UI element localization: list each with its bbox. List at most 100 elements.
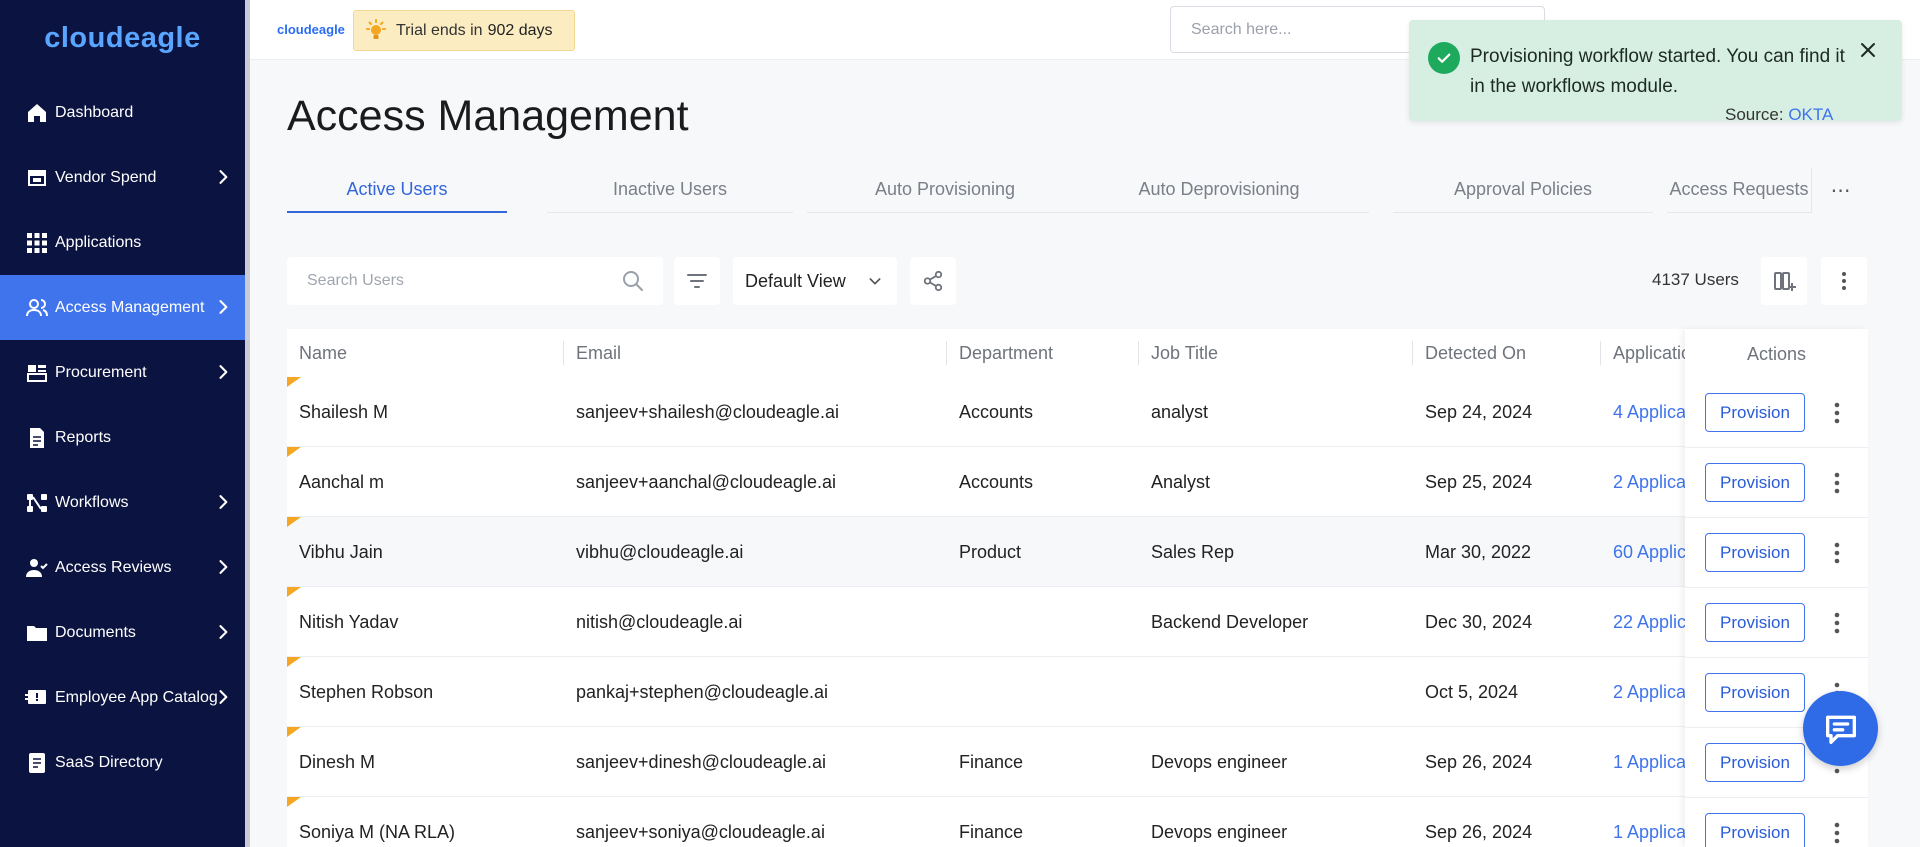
provision-button[interactable]: Provision	[1705, 463, 1805, 502]
row-kebab-icon[interactable]	[1825, 609, 1849, 637]
row-kebab-icon[interactable]	[1825, 539, 1849, 567]
folder-icon	[25, 621, 49, 645]
source-label: Source:	[1725, 105, 1784, 124]
column-resize-handle[interactable]	[1412, 341, 1413, 365]
user-search-input[interactable]: Search Users	[287, 257, 663, 305]
close-icon[interactable]	[1856, 38, 1880, 62]
provision-button[interactable]: Provision	[1705, 393, 1805, 432]
column-resize-handle[interactable]	[946, 341, 947, 365]
cell-email: nitish@cloudeagle.ai	[576, 612, 743, 632]
cell-name[interactable]: Dinesh M	[287, 727, 564, 797]
cell-email: sanjeev+aanchal@cloudeagle.ai	[576, 472, 836, 492]
share-button[interactable]	[910, 257, 956, 305]
source-value[interactable]: OKTA	[1788, 105, 1833, 124]
provision-button[interactable]: Provision	[1705, 673, 1805, 712]
search-icon[interactable]	[621, 269, 645, 293]
cell-name[interactable]: Stephen Robson	[287, 657, 564, 727]
cell-name[interactable]: Aanchal m	[287, 447, 564, 517]
cell-name[interactable]: Vibhu Jain	[287, 517, 564, 587]
sidebar-item-employee-app-catalog[interactable]: Employee App Catalog	[0, 665, 245, 730]
table-row[interactable]: Dinesh M sanjeev+dinesh@cloudeagle.ai Fina…	[287, 727, 1868, 797]
sidebar-item-workflows[interactable]: Workflows	[0, 470, 245, 535]
cell-job-title: Backend Developer	[1151, 612, 1309, 632]
cell-name[interactable]: Nitish Yadav	[287, 587, 564, 657]
provision-button[interactable]: Provision	[1705, 533, 1805, 572]
tab-active-users[interactable]: Active Users	[287, 168, 507, 213]
sidebar-item-access-management[interactable]: Access Management	[0, 275, 245, 340]
cell-department: Accounts	[959, 472, 1034, 492]
table-row[interactable]: Soniya M (NA RLA) sanjeev+soniya@cloudeag…	[287, 797, 1868, 847]
tab-bar: Access Requests Approval Policies Auto Dep…	[287, 168, 1869, 213]
column-header-job-title[interactable]: Job Title	[1139, 329, 1413, 377]
page-title: Access Management	[287, 92, 689, 140]
column-resize-handle[interactable]	[1138, 341, 1139, 365]
cell-department: Accounts	[959, 402, 1034, 422]
tab-access-requests[interactable]: Access Requests	[1667, 168, 1811, 213]
table-row[interactable]: Vibhu Jain vibhu@cloudeagle.ai Product Sale…	[287, 517, 1868, 587]
sidebar-item-label: SaaS Directory	[55, 753, 163, 771]
user-count: 4137 Users	[1652, 270, 1739, 289]
columns-icon	[1774, 272, 1796, 291]
column-resize-handle[interactable]	[1600, 341, 1601, 365]
cell-job-title	[1139, 657, 1413, 727]
provision-button[interactable]: Provision	[1705, 743, 1805, 782]
table-row[interactable]: Shailesh M sanjeev+shailesh@cloudeagle.ai…	[287, 377, 1868, 447]
cell-detected-on: Mar 30, 2022	[1425, 542, 1532, 562]
sidebar: cloudeagle Dashboard Vendor Spend Applicat…	[0, 0, 250, 847]
more-options-button[interactable]	[1821, 257, 1867, 305]
chevron-down-icon	[869, 278, 881, 285]
cell-job-title: Analyst	[1151, 472, 1211, 492]
sidebar-item-label: Access Management	[55, 298, 205, 316]
users-table: Name Email Department Job Title Detected On A…	[287, 329, 1868, 847]
tabs-more-button[interactable]: ⋯	[1811, 168, 1869, 213]
add-column-button[interactable]	[1761, 257, 1807, 305]
sidebar-item-reports[interactable]: Reports	[0, 405, 245, 470]
row-kebab-icon[interactable]	[1825, 399, 1849, 427]
cell-department: Finance	[959, 822, 1024, 842]
actions-row: Provision	[1685, 378, 1868, 448]
cell-detected-on: Dec 30, 2024	[1425, 612, 1533, 632]
column-header-department[interactable]: Department	[947, 329, 1139, 377]
row-kebab-icon[interactable]	[1825, 469, 1849, 497]
chevron-right-icon	[213, 297, 233, 317]
chat-icon	[1825, 715, 1856, 744]
provision-button[interactable]: Provision	[1705, 813, 1805, 847]
column-header-detected-on[interactable]: Detected On	[1413, 329, 1601, 377]
catalog-icon	[25, 686, 49, 710]
sidebar-item-procurement[interactable]: Procurement	[0, 340, 245, 405]
row-kebab-icon[interactable]	[1825, 819, 1849, 847]
table-row[interactable]: Stephen Robson pankaj+stephen@cloudeagle.…	[287, 657, 1868, 727]
sidebar-item-label: Dashboard	[55, 103, 134, 121]
kebab-icon	[1842, 272, 1846, 290]
sidebar-item-access-reviews[interactable]: Access Reviews	[0, 535, 245, 600]
sidebar-item-label: Workflows	[55, 493, 129, 511]
chevron-right-icon	[213, 492, 233, 512]
column-header-name[interactable]: Name	[287, 329, 564, 377]
sidebar-item-saas-directory[interactable]: SaaS Directory	[0, 730, 245, 795]
global-search-placeholder: Search here...	[1191, 20, 1292, 38]
brand-logo[interactable]: cloudeagle	[0, 22, 245, 55]
sidebar-item-vendor-spend[interactable]: Vendor Spend	[0, 145, 245, 210]
tab-auto-provisioning[interactable]: Auto Provisioning	[807, 168, 1083, 213]
provision-button[interactable]: Provision	[1705, 603, 1805, 642]
cell-department: Product	[959, 542, 1022, 562]
actions-row: Provision	[1685, 518, 1868, 588]
cell-name[interactable]: Soniya M (NA RLA)	[287, 797, 564, 847]
chat-button[interactable]	[1803, 691, 1878, 766]
workflow-icon	[25, 491, 49, 515]
sidebar-item-applications[interactable]: Applications	[0, 210, 245, 275]
sidebar-scrollbar[interactable]	[245, 0, 250, 847]
tab-auto-deprovisioning[interactable]: Auto Deprovisioning	[1069, 168, 1369, 213]
view-select[interactable]: Default View	[733, 257, 897, 305]
tab-approval-policies[interactable]: Approval Policies	[1393, 168, 1653, 213]
column-header-email[interactable]: Email	[564, 329, 947, 377]
sidebar-item-documents[interactable]: Documents	[0, 600, 245, 665]
filter-button[interactable]	[674, 257, 720, 305]
cell-name[interactable]: Shailesh M	[287, 377, 564, 447]
tab-inactive-users[interactable]: Inactive Users	[547, 168, 793, 213]
chevron-right-icon	[213, 622, 233, 642]
column-resize-handle[interactable]	[563, 341, 564, 365]
table-row[interactable]: Aanchal m sanjeev+aanchal@cloudeagle.ai Ac…	[287, 447, 1868, 517]
sidebar-item-dashboard[interactable]: Dashboard	[0, 80, 245, 145]
table-row[interactable]: Nitish Yadav nitish@cloudeagle.ai Backend …	[287, 587, 1868, 657]
